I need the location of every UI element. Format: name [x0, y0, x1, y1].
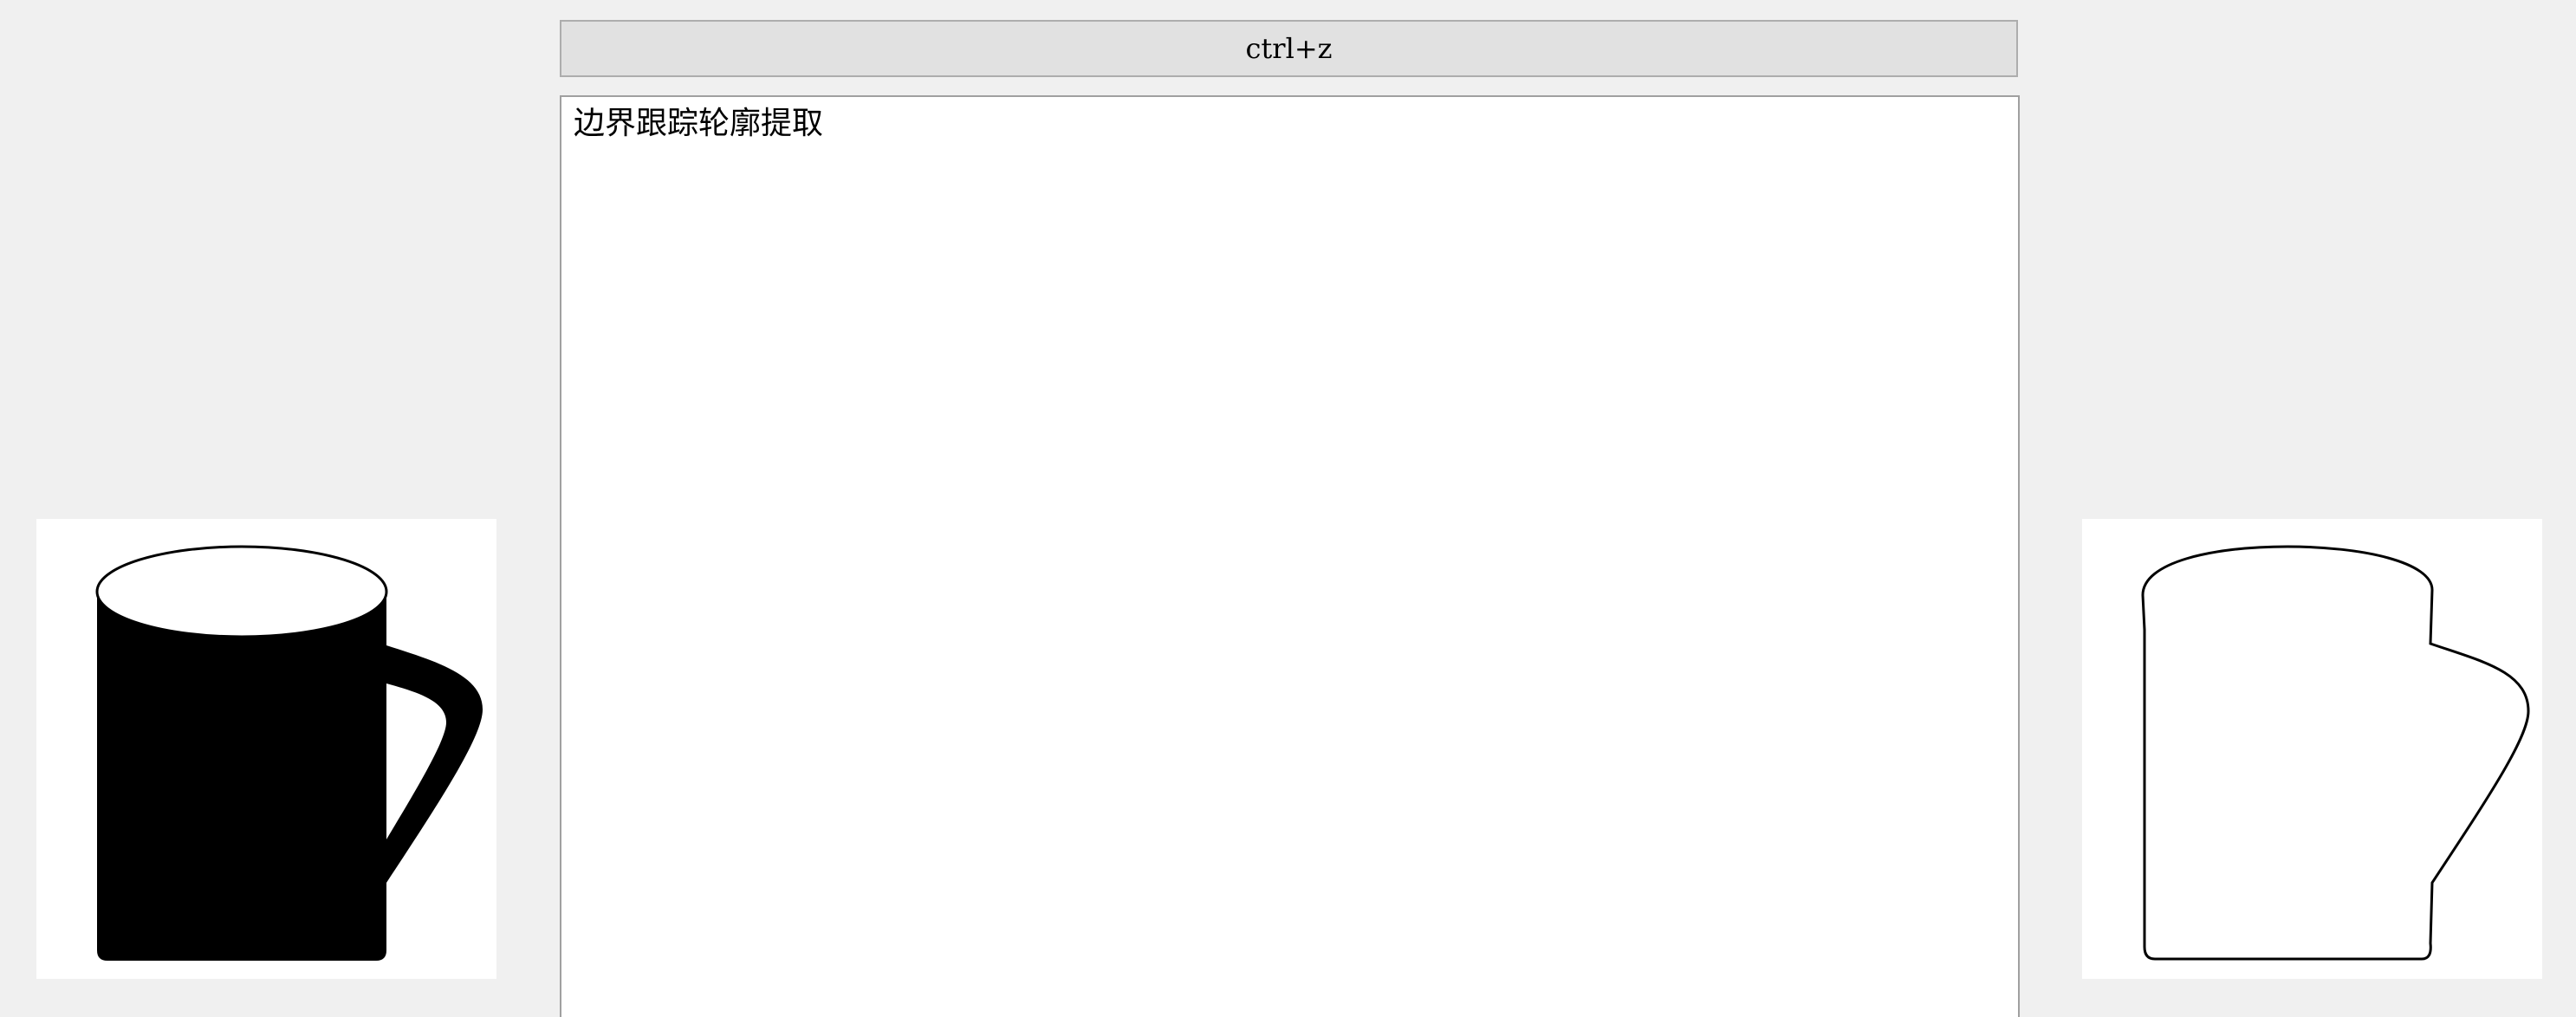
undo-button[interactable]: ctrl+z — [560, 20, 2018, 77]
result-image-panel — [2082, 519, 2542, 979]
mug-contour-icon — [2082, 519, 2542, 979]
mug-silhouette-icon — [36, 519, 496, 979]
app-window: ctrl+z 边界跟踪轮廓提取 — [0, 0, 2576, 1017]
text-editor[interactable]: 边界跟踪轮廓提取 — [560, 95, 2020, 1017]
source-image-panel — [36, 519, 496, 979]
